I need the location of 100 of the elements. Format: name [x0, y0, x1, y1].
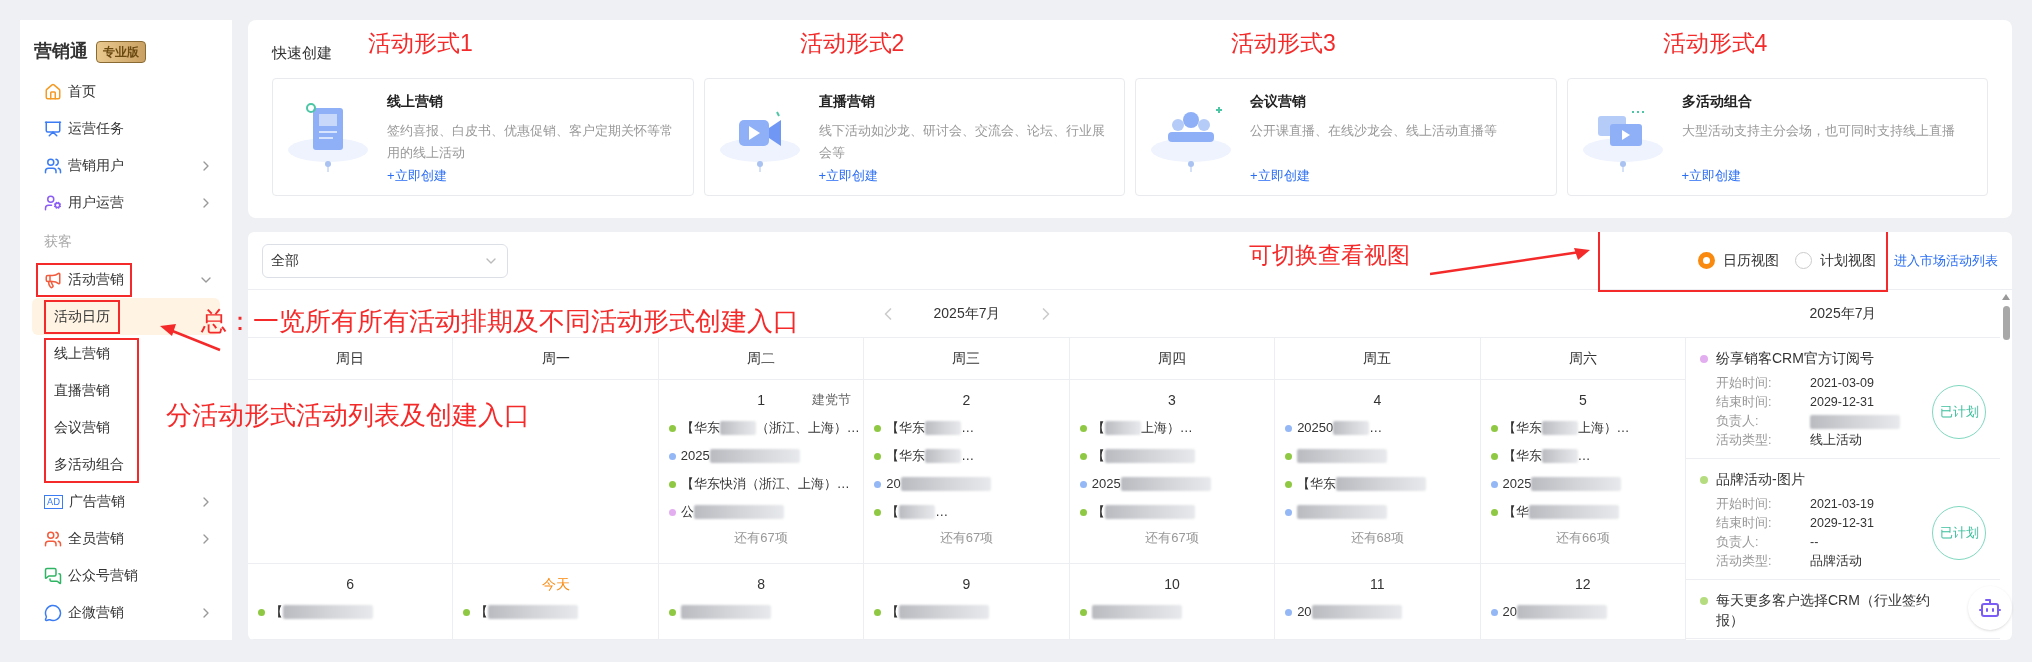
weekday-header: 周一 [541, 349, 570, 368]
chat-icon [44, 603, 62, 622]
annotation-text: 活动形式3 [1231, 29, 1336, 58]
chat-bubbles-icon [44, 566, 62, 585]
event-item[interactable]: 【华东 （浙江、上海）… [680, 418, 860, 438]
plan-title: 品牌活动-图片 [1716, 470, 1806, 489]
sidebar-item[interactable]: AD 广告营销 [38, 486, 132, 517]
day-number: 8 [757, 574, 765, 594]
field-label: 结束时间: [1716, 515, 1773, 533]
sidebar-subitem[interactable]: 直播营销 [46, 375, 118, 406]
field-value: 2021-03-09 [1810, 375, 1874, 393]
today-label: 今天 [541, 574, 570, 594]
day-number: 12 [1575, 574, 1591, 594]
card-title: 多活动组合 [1681, 92, 1753, 111]
field-value: 线上活动 [1810, 432, 1862, 450]
field-value: 品牌活动 [1810, 553, 1862, 571]
sidebar-item[interactable]: 营销用户 [38, 150, 130, 181]
create-link[interactable]: +立即创建 [387, 166, 447, 186]
brand-name: 营销通 [34, 40, 88, 63]
view-radio[interactable]: 日历视图 [1698, 250, 1779, 271]
activity-type-card[interactable]: 会议营销 公开课直播、在线沙龙会、线上活动直播等 +立即创建 [1135, 78, 1557, 196]
sidebar-subitem[interactable]: 多活动组合 [46, 449, 132, 480]
users-icon [44, 529, 62, 548]
weekday-header: 周二 [747, 349, 776, 368]
sidebar-item[interactable]: 活动营销 [38, 264, 130, 295]
annotation-text: 活动形式1 [368, 29, 473, 58]
user-gear-icon [44, 193, 62, 212]
field-label: 活动类型: [1716, 432, 1773, 450]
field-label: 负责人: [1716, 413, 1760, 431]
plan-title: 每天更多客户选择CRM（行业签约报） [1716, 591, 1931, 630]
sidebar-subitem[interactable]: 活动日历 [46, 301, 118, 332]
field-label: 开始时间: [1716, 375, 1773, 393]
day-number: 6 [346, 574, 355, 594]
event-item[interactable] [680, 605, 771, 619]
home-icon [44, 82, 62, 101]
activity-type-card[interactable]: 直播营销 线下活动如沙龙、研讨会、交流会、论坛、行业展会等 +立即创建 [703, 78, 1125, 196]
activity-type-card[interactable]: 线上营销 签约喜报、白皮书、优惠促销、客户定期关怀等常用的线上活动 +立即创建 [272, 78, 694, 196]
event-item[interactable]: 【华东 上海）… [1502, 418, 1630, 438]
day-number: 9 [962, 574, 971, 594]
robot-icon [1978, 596, 2002, 620]
event-item[interactable]: 【 上海）… [1091, 418, 1193, 438]
scrollbar-thumb[interactable] [2002, 306, 2010, 340]
month-title: 2025年7月 [1809, 304, 1877, 323]
day-number: 5 [1578, 390, 1587, 410]
event-item[interactable]: 【华东 … [1502, 446, 1591, 466]
section-label: 获客 [43, 231, 73, 251]
annotation-text: 总：一览所有所有活动排期及不同活动形式创建入口 [201, 305, 799, 338]
sidebar-item[interactable]: 用户运营 [38, 187, 130, 218]
event-item[interactable]: 【华东快消（浙江、上海）… [680, 474, 850, 494]
plan-title: 纷享销客CRM官方订阅号 [1716, 349, 1875, 368]
weekday-header: 周五 [1363, 349, 1392, 368]
day-number: 2 [962, 390, 971, 410]
annotation-text: 分活动形式活动列表及创建入口 [166, 399, 530, 432]
event-item[interactable] [1297, 449, 1388, 463]
edition-badge: 专业版 [96, 40, 146, 63]
weekday-header: 周日 [336, 349, 365, 368]
annotation-text: 活动形式2 [799, 29, 905, 58]
sidebar-item[interactable]: 公众号营销 [38, 560, 144, 591]
card-description: 签约喜报、白皮书、优惠促销、客户定期关怀等常用的线上活动 [387, 123, 674, 162]
card-title: 线上营销 [387, 92, 444, 111]
event-item[interactable]: 【 … [886, 502, 949, 522]
event-item[interactable]: 【华东 … [886, 446, 975, 466]
view-radio[interactable]: 计划视图 [1795, 250, 1876, 271]
activity-type-card[interactable]: 多活动组合 大型活动支持主分会场，也可同时支持线上直播 +立即创建 [1566, 78, 1988, 196]
event-item[interactable]: 【华东 [1297, 474, 1427, 494]
presentation-icon [44, 119, 62, 138]
annotation-text: 可切换查看视图 [1249, 241, 1410, 270]
day-number: 4 [1373, 390, 1382, 410]
sidebar-subitem[interactable]: 会议营销 [46, 412, 118, 443]
section-title: 快速创建 [272, 43, 332, 63]
sidebar-item[interactable]: 企微营销 [38, 597, 130, 628]
sidebar-subitem[interactable]: 线上营销 [46, 338, 118, 369]
event-item[interactable] [1091, 605, 1182, 619]
scroll-up-arrow-icon[interactable] [2002, 294, 2010, 300]
card-description: 线下活动如沙龙、研讨会、交流会、论坛、行业展会等 [818, 123, 1106, 162]
field-label: 开始时间: [1716, 496, 1773, 514]
field-value: -- [1810, 534, 1819, 552]
day-number: 10 [1164, 574, 1180, 594]
card-title: 直播营销 [818, 92, 876, 111]
event-item[interactable]: 20250 … [1297, 418, 1383, 438]
market-list-link[interactable]: 进入市场活动列表 [1894, 250, 1998, 271]
field-value: 2029-12-31 [1810, 515, 1874, 533]
filter-select[interactable]: 全部 [262, 243, 508, 278]
sidebar-item[interactable]: 全员营销 [38, 523, 130, 554]
weekday-header: 周六 [1568, 349, 1597, 368]
sidebar-item[interactable]: 运营任务 [38, 113, 130, 144]
create-link[interactable]: +立即创建 [1250, 166, 1310, 186]
create-link[interactable]: +立即创建 [818, 166, 879, 186]
event-item[interactable]: 【华东 … [886, 418, 975, 438]
month-title: 2025年7月 [933, 304, 1001, 323]
create-link[interactable]: +立即创建 [1681, 166, 1742, 186]
card-description: 大型活动支持主分会场，也可同时支持线上直播 [1681, 123, 1955, 140]
day-number: 3 [1168, 390, 1176, 410]
sidebar-item[interactable]: 首页 [38, 76, 102, 107]
ad-icon: AD [44, 494, 64, 509]
weekday-header: 周三 [952, 349, 981, 368]
event-item[interactable] [1297, 505, 1388, 519]
field-label: 负责人: [1716, 534, 1760, 552]
annotation-text: 活动形式4 [1662, 29, 1768, 58]
holiday-label: 建党节 [812, 391, 852, 409]
